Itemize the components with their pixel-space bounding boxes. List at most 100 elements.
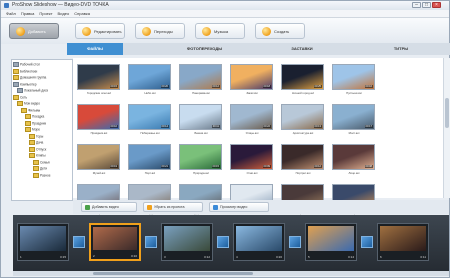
- folder-tree[interactable]: Рабочий стол Библиотеки Домашняя группа Ком…: [11, 59, 73, 201]
- media-grid: 00:15 Городские огни.avi 00:20 Небо.avi 00:1…: [73, 58, 449, 215]
- video-caption: Ночной город.avi: [292, 91, 314, 95]
- transition-icon[interactable]: [73, 236, 85, 248]
- close-button[interactable]: ×: [432, 2, 441, 8]
- video-thumbnail[interactable]: 00:16: [332, 64, 375, 90]
- tree-item[interactable]: Фильмы: [21, 107, 40, 113]
- tree-item[interactable]: Локальный диск: [17, 88, 48, 93]
- menu-bar: Файл Правка Проект Видео Справка: [1, 10, 449, 18]
- tree-item[interactable]: Дети: [33, 166, 47, 171]
- tree-item[interactable]: Отпуск: [29, 146, 47, 152]
- drive-icon: [13, 81, 19, 87]
- video-thumbnail[interactable]: 00:15: [179, 144, 222, 170]
- clip-preview: [93, 227, 137, 250]
- timeline-clip[interactable]: 5 0:14: [305, 223, 357, 261]
- video-thumbnail[interactable]: 00:13: [281, 104, 324, 130]
- video-duration: 00:22: [262, 125, 271, 128]
- tree-item[interactable]: Поездка: [25, 114, 44, 119]
- video-thumbnail[interactable]: 00:21: [128, 144, 171, 170]
- transition-icon[interactable]: [217, 236, 229, 248]
- timeline-clip[interactable]: 1 0:15: [17, 223, 69, 261]
- timeline-clip[interactable]: 2 0:10: [89, 223, 141, 261]
- tree-item[interactable]: Праздник: [25, 120, 46, 126]
- drive-icon: [17, 88, 23, 93]
- tab-2[interactable]: ЗАСТАВКИ: [252, 43, 352, 55]
- menu-item[interactable]: Файл: [6, 10, 16, 17]
- timeline-strip: 1 0:15 2 0:10 3 0:12 4 0:20 5 0:14 6 0:11: [13, 215, 449, 271]
- scroll-thumb[interactable]: [445, 98, 449, 128]
- action-button-2[interactable]: Просмотр видео: [209, 202, 269, 212]
- video-thumbnail[interactable]: 00:12: [179, 64, 222, 90]
- menu-item[interactable]: Правка: [21, 10, 35, 17]
- video-duration: 00:17: [364, 125, 373, 128]
- tab-0[interactable]: ФАЙЛЫ: [67, 43, 123, 55]
- tree-item[interactable]: Море: [25, 127, 40, 132]
- tree-item[interactable]: Мои видео: [17, 101, 40, 106]
- folder-icon: [29, 146, 35, 152]
- toolbar-icon: [142, 27, 151, 36]
- tree-item[interactable]: Дача: [29, 140, 43, 145]
- clip-duration: 0:11: [420, 255, 426, 259]
- transition-icon[interactable]: [145, 236, 157, 248]
- tree-item[interactable]: Горы: [29, 133, 44, 139]
- action-icon: [85, 205, 90, 210]
- video-caption: Природа.avi: [193, 171, 209, 175]
- video-thumbnail[interactable]: 00:18: [230, 64, 273, 90]
- video-thumbnail[interactable]: 00:25: [281, 64, 324, 90]
- video-thumbnail[interactable]: 00:11: [179, 104, 222, 130]
- action-button-1[interactable]: Убрать из проекта: [143, 202, 203, 212]
- video-thumbnail[interactable]: 00:08: [332, 144, 375, 170]
- tree-item[interactable]: Разное: [33, 172, 51, 178]
- video-thumbnail[interactable]: 00:20: [128, 64, 171, 90]
- tree-item-label: Библиотеки: [20, 68, 38, 73]
- clip-duration: 0:15: [60, 255, 66, 259]
- video-duration: 00:25: [313, 85, 322, 88]
- menu-item[interactable]: Справка: [74, 10, 90, 17]
- toolbar-button-3[interactable]: Музыка: [195, 23, 245, 39]
- tree-item[interactable]: Семья: [33, 159, 50, 165]
- timeline-clip[interactable]: 6 0:11: [377, 223, 429, 261]
- timeline-clip[interactable]: 4 0:20: [233, 223, 285, 261]
- folder-icon: [25, 114, 31, 119]
- video-thumbnail[interactable]: 00:10: [77, 104, 120, 130]
- transition-icon[interactable]: [361, 236, 373, 248]
- tree-item-label: Компьютер: [20, 81, 37, 86]
- maximize-button[interactable]: □: [422, 2, 431, 8]
- timeline-scrollbar[interactable]: [13, 271, 449, 276]
- tab-1[interactable]: ФОТОПЕРЕХОДЫ: [157, 43, 252, 55]
- tree-item[interactable]: Домашняя группа: [13, 75, 46, 80]
- tree-item[interactable]: Библиотеки: [13, 68, 38, 74]
- action-button-0[interactable]: Добавить видео: [81, 202, 137, 212]
- video-duration: 00:14: [160, 125, 169, 128]
- tree-item[interactable]: Компьютер: [13, 81, 37, 87]
- tree-item[interactable]: Сеть: [13, 94, 27, 100]
- vertical-scrollbar[interactable]: [443, 58, 450, 198]
- tree-item-label: Дача: [36, 140, 44, 145]
- video-thumbnail[interactable]: 00:17: [332, 104, 375, 130]
- minimize-button[interactable]: –: [412, 2, 421, 8]
- tree-item-label: Разное: [40, 172, 51, 177]
- menu-item[interactable]: Видео: [58, 10, 70, 17]
- toolbar-button-4[interactable]: Создать: [255, 23, 305, 39]
- tree-item[interactable]: Рабочий стол: [13, 62, 40, 67]
- timeline-clip[interactable]: 3 0:12: [161, 223, 213, 261]
- tree-item-label: Горы: [36, 133, 44, 138]
- video-thumbnail[interactable]: 00:14: [128, 104, 171, 130]
- folder-icon: [25, 120, 31, 126]
- transition-icon[interactable]: [289, 236, 301, 248]
- toolbar-button-2[interactable]: Переходы: [135, 23, 185, 39]
- video-thumbnail[interactable]: 00:22: [230, 104, 273, 130]
- tree-item[interactable]: Клипы: [29, 153, 46, 158]
- timeline-scroll-thumb[interactable]: [93, 272, 253, 275]
- action-label: Убрать из проекта: [154, 205, 185, 209]
- menu-item[interactable]: Проект: [39, 10, 52, 17]
- video-thumbnail[interactable]: 00:19: [77, 144, 120, 170]
- tree-item-label: Отпуск: [36, 146, 47, 151]
- video-thumbnail[interactable]: 00:09: [230, 144, 273, 170]
- toolbar-button-0[interactable]: Добавить: [9, 23, 59, 39]
- video-duration: 00:20: [160, 85, 169, 88]
- video-thumbnail[interactable]: 00:12: [281, 144, 324, 170]
- video-thumbnail[interactable]: 00:15: [77, 64, 120, 90]
- video-duration: 00:15: [211, 165, 220, 168]
- toolbar-button-1[interactable]: Редактировать: [75, 23, 125, 39]
- tab-3[interactable]: ТИТРЫ: [352, 43, 450, 55]
